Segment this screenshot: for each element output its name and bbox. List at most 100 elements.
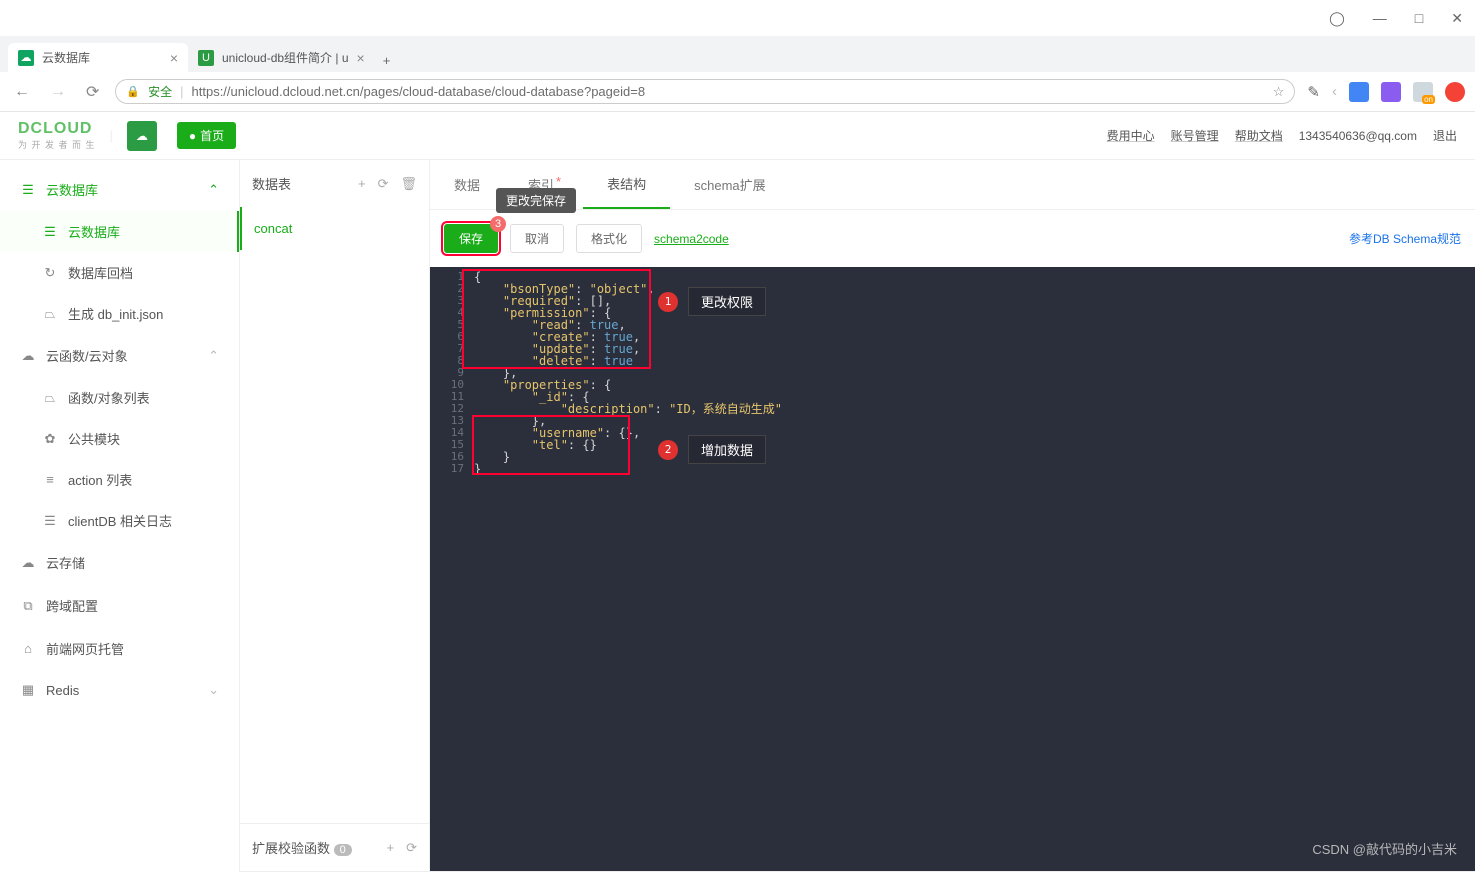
sidebar-item-common-module[interactable]: ✿公共模块 xyxy=(0,418,239,459)
home-button[interactable]: ● 首页 xyxy=(177,122,236,149)
sidebar-item-cors[interactable]: ⧉跨域配置 xyxy=(0,584,239,627)
tab-data[interactable]: 数据 xyxy=(430,161,504,208)
ext-blue-icon[interactable] xyxy=(1349,82,1369,102)
browser-tab-cloud-db[interactable]: ☁ 云数据库 × xyxy=(8,43,188,72)
sidebar-item-label: clientDB 相关日志 xyxy=(68,511,172,530)
chevron-left-icon[interactable]: ‹ xyxy=(1332,83,1337,100)
format-button[interactable]: 格式化 xyxy=(576,224,642,253)
eyedropper-icon[interactable]: ✎ xyxy=(1307,83,1320,101)
schema2code-link[interactable]: schema2code xyxy=(654,232,729,246)
tab-schema[interactable]: 表结构 xyxy=(583,160,670,209)
new-tab-icon[interactable]: + xyxy=(375,49,399,72)
logout-link[interactable]: 退出 xyxy=(1433,127,1457,144)
hosting-icon: ⌂ xyxy=(20,641,36,656)
refresh-table-icon[interactable]: ⟳ xyxy=(378,176,389,192)
sidebar-item-cloud-storage[interactable]: ☁云存储 xyxy=(0,541,239,584)
rollback-icon: ↻ xyxy=(42,265,58,281)
ext-purple-icon[interactable] xyxy=(1381,82,1401,102)
sidebar-item-label: 云存储 xyxy=(46,553,85,572)
action-icon: ≡ xyxy=(42,472,58,487)
save-button[interactable]: 保存 xyxy=(444,224,498,253)
tab-title: unicloud-db组件简介 | u xyxy=(222,49,349,66)
tab-title: 云数据库 xyxy=(42,49,90,66)
foot-label: 扩展校验函数 xyxy=(252,841,330,856)
dot-icon: ● xyxy=(189,129,196,143)
callout-number-icon: 2 xyxy=(658,440,678,460)
forward-icon[interactable]: → xyxy=(46,79,70,105)
delete-table-icon[interactable]: 🗑 xyxy=(400,176,417,192)
close-tab-icon[interactable]: × xyxy=(357,50,365,66)
toolbar: 更改完保存 保存 3 取消 格式化 schema2code 参考DB Schem… xyxy=(430,210,1475,267)
sidebar-group-label: 云函数/云对象 xyxy=(46,346,128,365)
dcloud-logo[interactable]: DCLOUD 为 开 发 者 而 生 xyxy=(18,120,96,151)
sidebar-item-label: action 列表 xyxy=(68,470,132,489)
zero-badge: 0 xyxy=(334,844,352,856)
table-item-concat[interactable]: concat xyxy=(240,207,429,250)
add-table-icon[interactable]: + xyxy=(358,176,366,192)
sidebar-item-cloud-db[interactable]: ☰ 云数据库 xyxy=(0,211,239,252)
module-icon: ✿ xyxy=(42,431,58,447)
sidebar-item-label: 生成 db_init.json xyxy=(68,304,163,323)
sidebar-item-label: 跨域配置 xyxy=(46,596,98,615)
required-dot-icon: * xyxy=(556,174,561,189)
window-controls: ◯ — □ ✕ xyxy=(0,0,1475,36)
close-window-icon[interactable]: ✕ xyxy=(1451,10,1463,27)
sidebar-item-clientdb-log[interactable]: ☰ clientDB 相关日志 xyxy=(0,500,239,541)
sidebar-item-hosting[interactable]: ⌂ 前端网页托管 xyxy=(0,627,239,670)
minimize-icon[interactable]: — xyxy=(1373,10,1387,26)
chevron-up-icon: ⌃ xyxy=(208,182,219,198)
secure-label: 安全 xyxy=(148,83,172,100)
close-tab-icon[interactable]: × xyxy=(170,50,178,66)
chevron-down-icon: ⌄ xyxy=(208,682,219,698)
redis-icon: ▦ xyxy=(20,682,36,698)
maximize-icon[interactable]: □ xyxy=(1415,10,1423,26)
cost-center-link[interactable]: 费用中心 xyxy=(1107,127,1155,144)
list-icon: ☰ xyxy=(42,224,58,240)
logo-sub: 为 开 发 者 而 生 xyxy=(18,138,96,151)
uni-logo-icon[interactable]: ☁ xyxy=(127,121,157,151)
sidebar-group-cloud-fn[interactable]: ☁云函数/云对象⌃ xyxy=(0,334,239,377)
tab-schema-ext[interactable]: schema扩展 xyxy=(670,161,790,208)
reload-icon[interactable]: ⟳ xyxy=(82,78,103,106)
sidebar-group-label: 云数据库 xyxy=(46,180,98,199)
sidebar-item-label: 函数/对象列表 xyxy=(68,388,150,407)
watermark: CSDN @敲代码的小吉米 xyxy=(1312,839,1457,858)
cloud-favicon-icon: ☁ xyxy=(18,50,34,66)
sidebar-item-label: 云数据库 xyxy=(68,222,120,241)
browser-extensions: ✎ ‹ on xyxy=(1307,82,1465,102)
browser-tab-unicloud-db[interactable]: U unicloud-db组件简介 | u × xyxy=(188,43,375,72)
sidebar-item-label: 数据库回档 xyxy=(68,263,133,282)
sidebar-item-gen-init[interactable]: ⏢ 生成 db_init.json xyxy=(0,293,239,334)
ext-validators[interactable]: 扩展校验函数 0 + ⟳ xyxy=(240,823,429,871)
browser-tab-strip: ☁ 云数据库 × U unicloud-db组件简介 | u × + xyxy=(0,36,1475,72)
star-icon[interactable]: ☆ xyxy=(1273,84,1285,100)
sidebar-item-fn-list[interactable]: ⏢ 函数/对象列表 xyxy=(0,377,239,418)
add-icon[interactable]: + xyxy=(387,840,395,856)
schema-ref-link[interactable]: 参考DB Schema规范 xyxy=(1349,230,1461,247)
ext-grey-icon[interactable]: on xyxy=(1413,82,1433,102)
url-text: https://unicloud.dcloud.net.cn/pages/clo… xyxy=(192,84,646,99)
account-mgmt-link[interactable]: 账号管理 xyxy=(1171,127,1219,144)
sidebar-group-cloud-db[interactable]: ☰云数据库 ⌃ xyxy=(0,168,239,211)
url-bar[interactable]: 🔒 安全 | https://unicloud.dcloud.net.cn/pa… xyxy=(115,79,1295,104)
ext-red-icon[interactable] xyxy=(1445,82,1465,102)
code-editor[interactable]: 1234567891011121314151617 { "bsonType": … xyxy=(430,267,1475,871)
user-icon[interactable]: ◯ xyxy=(1329,10,1345,27)
sidebar: ☰云数据库 ⌃ ☰云数据库 ↻数据库回档 ⏢生成 db_init.json ☁云… xyxy=(0,160,240,872)
gen-icon: ⏢ xyxy=(42,306,58,322)
refresh-icon[interactable]: ⟳ xyxy=(406,840,417,856)
back-icon[interactable]: ← xyxy=(10,79,34,105)
highlight-box-permissions xyxy=(464,271,649,367)
sidebar-item-db-rollback[interactable]: ↻ 数据库回档 xyxy=(0,252,239,293)
sidebar-item-label: 前端网页托管 xyxy=(46,639,124,658)
cancel-button[interactable]: 取消 xyxy=(510,224,564,253)
badge-3: 3 xyxy=(490,216,506,232)
fn-icon: ⏢ xyxy=(42,390,58,406)
callout-number-icon: 1 xyxy=(658,292,678,312)
sidebar-item-redis[interactable]: ▦ Redis ⌄ xyxy=(0,670,239,710)
sidebar-item-action-list[interactable]: ≡ action 列表 xyxy=(0,459,239,500)
help-docs-link[interactable]: 帮助文档 xyxy=(1235,127,1283,144)
user-email[interactable]: 1343540636@qq.com xyxy=(1299,129,1417,143)
sidebar-item-label: Redis xyxy=(46,683,79,698)
log-icon: ☰ xyxy=(42,513,58,529)
